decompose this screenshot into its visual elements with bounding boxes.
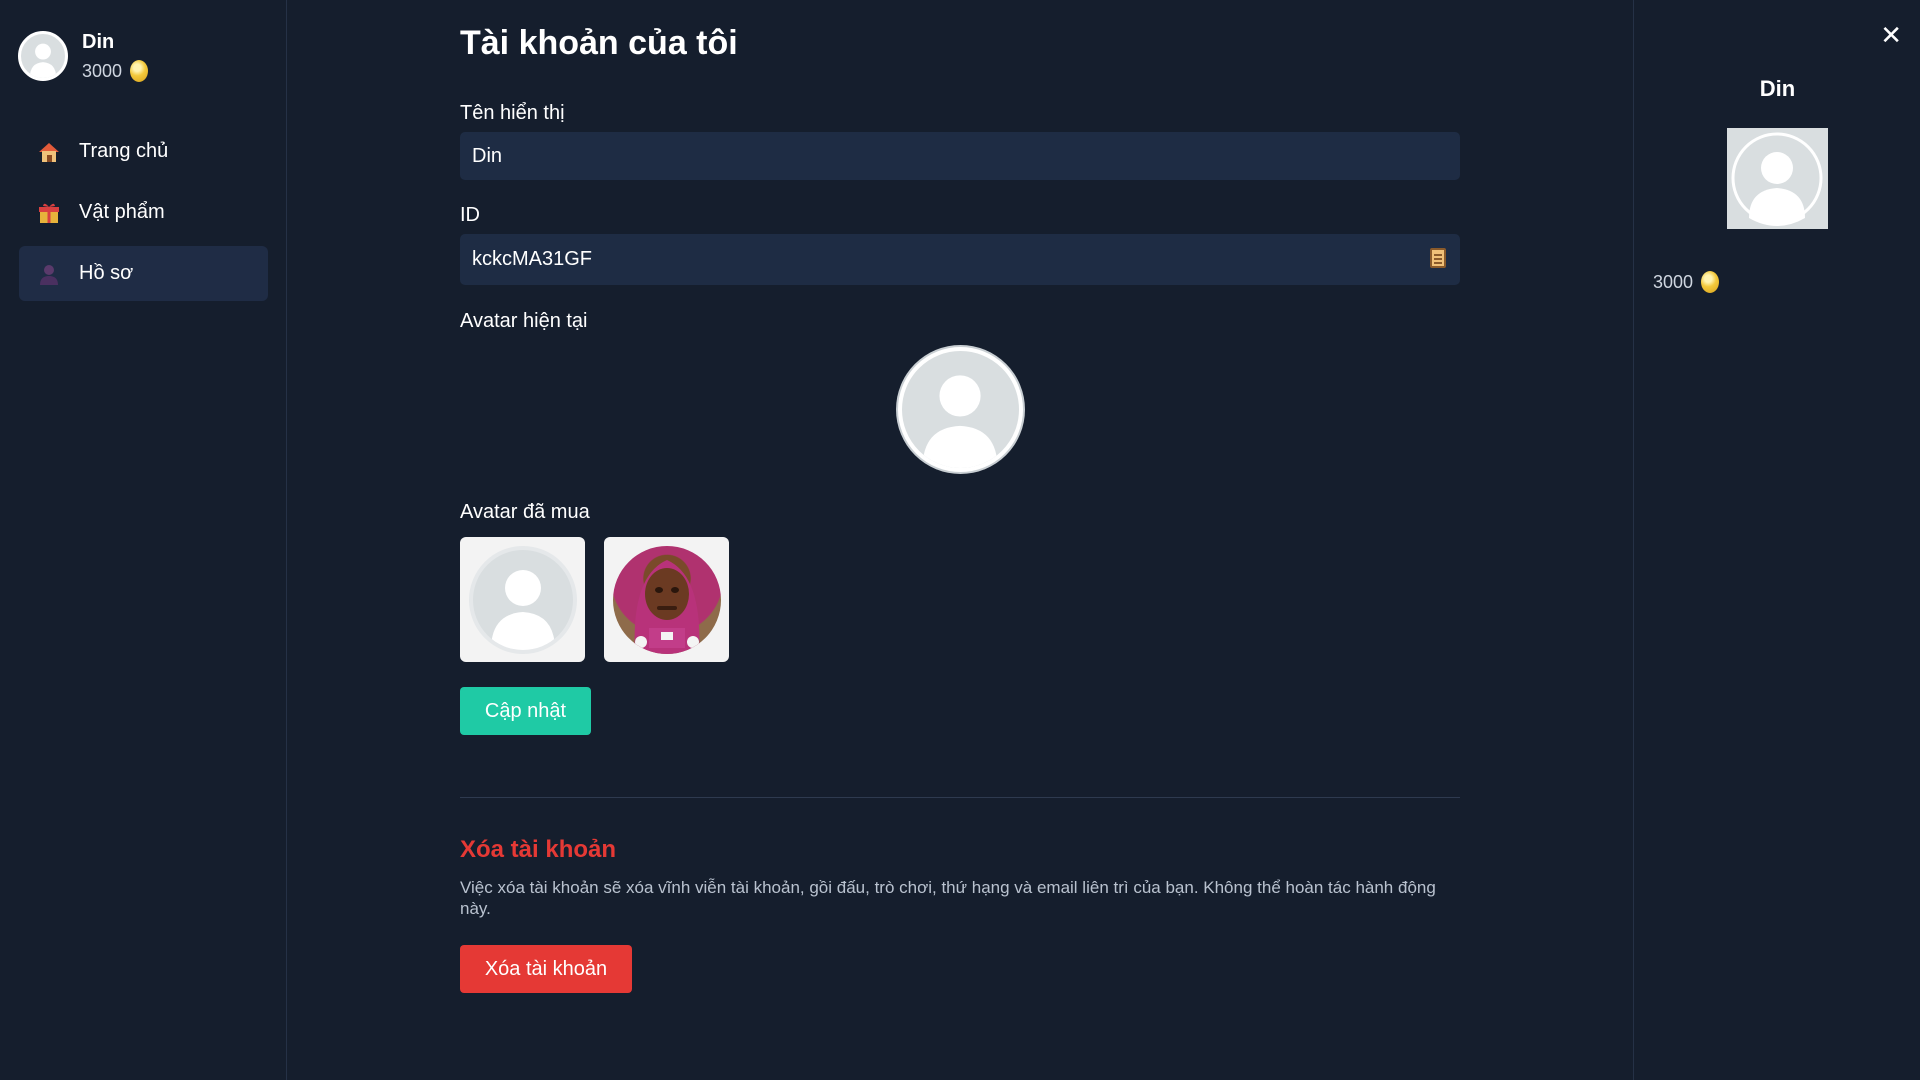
close-icon[interactable]: ✕ xyxy=(1880,20,1902,51)
display-name-label: Tên hiển thị xyxy=(460,102,565,124)
delete-account-description: Việc xóa tài khoản sẽ xóa vĩnh viễn tài … xyxy=(460,878,1436,918)
right-panel: ✕ Din 3000 xyxy=(1633,0,1920,1080)
display-name-input[interactable] xyxy=(460,132,1460,180)
sidebar-item-label: Vật phẩm xyxy=(79,201,165,223)
owned-avatar-list xyxy=(460,537,748,662)
user-profile: Din 3000 xyxy=(18,30,149,82)
coin-balance: 3000 xyxy=(82,60,123,81)
update-button[interactable]: Cập nhật xyxy=(460,687,591,735)
user-name: Din xyxy=(82,31,115,53)
sidebar-item-home[interactable]: Trang chủ xyxy=(19,124,268,179)
user-silhouette-icon xyxy=(29,43,57,78)
sidebar-item-items[interactable]: Vật phẩm xyxy=(19,185,268,240)
coin-icon xyxy=(1701,271,1720,293)
clipboard-icon[interactable] xyxy=(1430,248,1446,268)
current-avatar-label: Avatar hiện tại xyxy=(460,310,588,332)
user-silhouette-icon xyxy=(922,375,998,468)
delete-account-button[interactable]: Xóa tài khoản xyxy=(460,945,632,993)
panel-avatar xyxy=(1727,128,1828,229)
avatar xyxy=(18,31,68,81)
person-icon xyxy=(33,258,65,290)
sidebar: Din 3000 Trang chủ Vật phẩm Hồ sơ xyxy=(0,0,287,1080)
section-divider xyxy=(460,797,1460,798)
page-title: Tài khoản của tôi xyxy=(460,24,738,62)
sidebar-item-label: Trang chủ xyxy=(79,140,169,162)
sidebar-item-profile[interactable]: Hồ sơ xyxy=(19,246,268,301)
user-silhouette-icon xyxy=(1731,132,1823,226)
sidebar-item-label: Hồ sơ xyxy=(79,262,134,284)
delete-account-heading: Xóa tài khoản xyxy=(460,836,617,863)
id-field[interactable] xyxy=(460,234,1460,285)
owned-avatar-default[interactable] xyxy=(460,537,585,662)
user-silhouette-icon xyxy=(490,569,555,650)
coin-icon xyxy=(130,60,149,82)
gift-icon xyxy=(33,197,65,229)
panel-user-name: Din xyxy=(1759,76,1796,101)
house-icon xyxy=(33,136,65,168)
character-avatar-image xyxy=(634,559,699,654)
owned-avatars-label: Avatar đã mua xyxy=(460,501,590,523)
id-label: ID xyxy=(460,204,480,226)
owned-avatar-character[interactable] xyxy=(604,537,729,662)
panel-coin-balance: 3000 xyxy=(1653,271,1694,292)
sidebar-nav: Trang chủ Vật phẩm Hồ sơ xyxy=(19,124,268,307)
current-avatar xyxy=(898,347,1023,472)
